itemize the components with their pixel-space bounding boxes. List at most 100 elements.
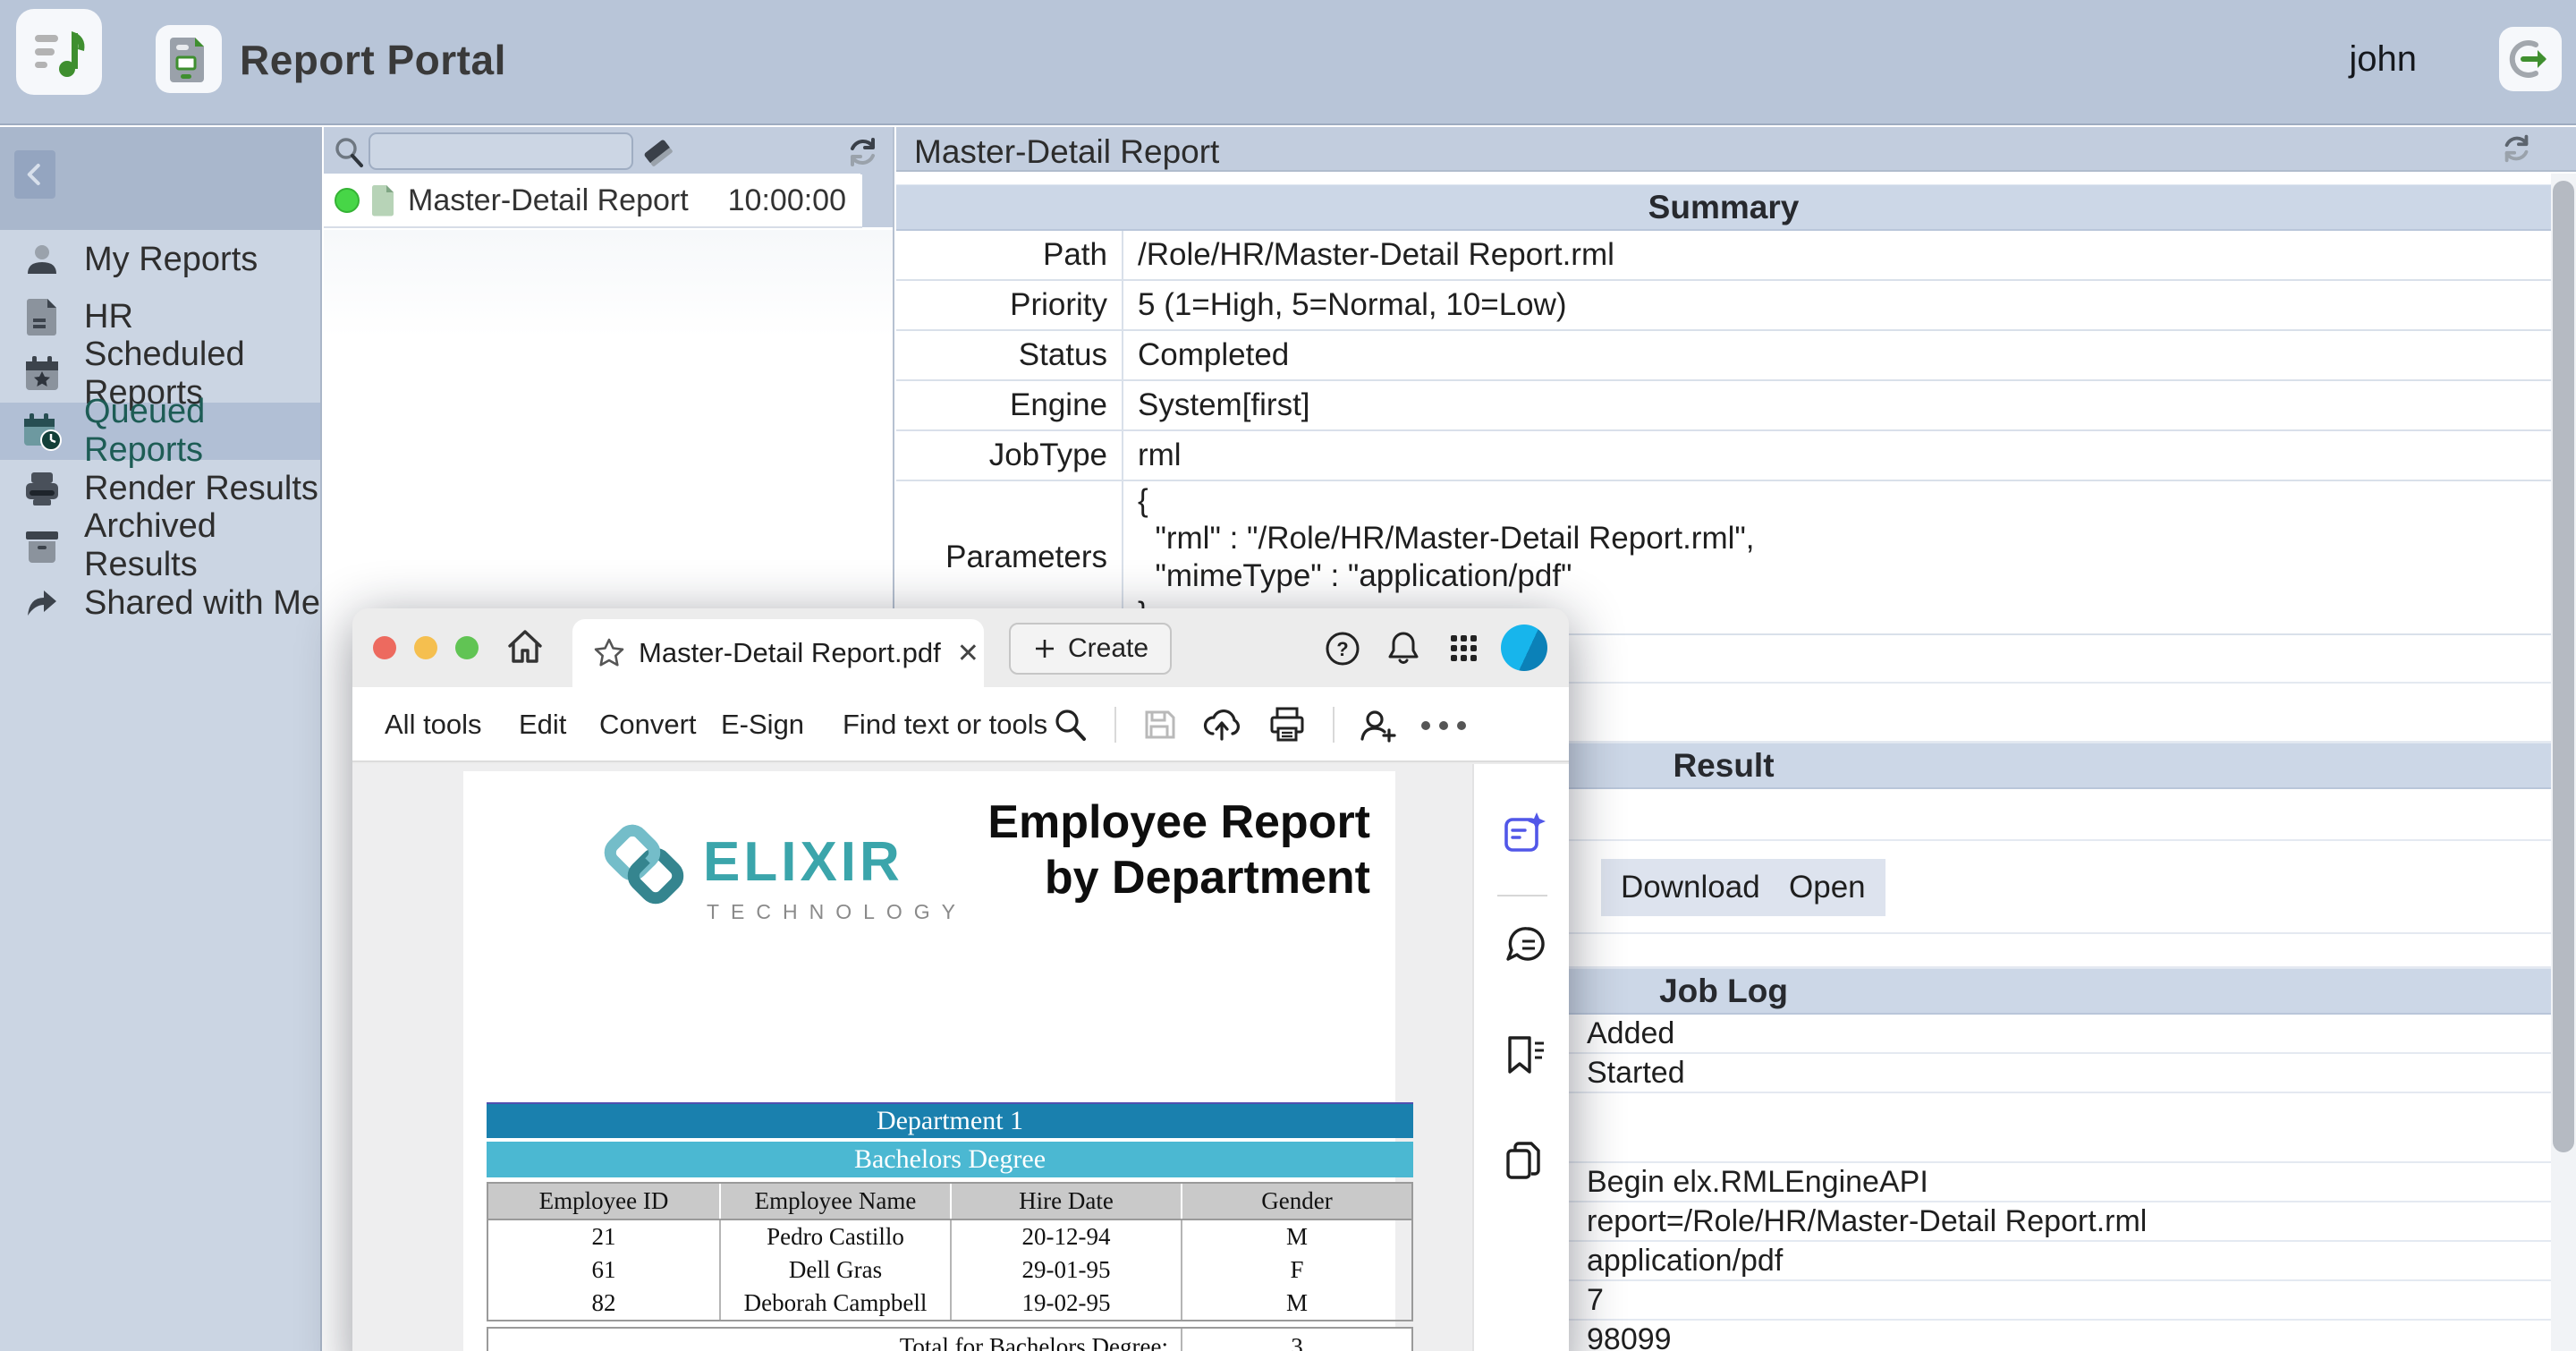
report-portal-icon-button[interactable] bbox=[156, 25, 222, 93]
list-item-time: 10:00:00 bbox=[728, 183, 846, 218]
all-tools-menu[interactable]: All tools bbox=[385, 709, 482, 741]
star-icon[interactable] bbox=[592, 636, 626, 670]
summary-row-path: Path /Role/HR/Master-Detail Report.rml bbox=[896, 231, 2551, 281]
elixir-logo-mark bbox=[594, 814, 694, 914]
svg-text:?: ? bbox=[1336, 638, 1348, 660]
document-icon bbox=[369, 183, 395, 217]
share-arrow-icon bbox=[21, 582, 63, 624]
page-title: Report Portal bbox=[240, 36, 506, 84]
column-header: Hire Date bbox=[950, 1184, 1181, 1219]
home-icon[interactable] bbox=[503, 625, 547, 669]
status-dot-green bbox=[335, 188, 360, 213]
sidebar-item-archived-results[interactable]: Archived Results bbox=[0, 517, 320, 574]
row-value: Completed bbox=[1123, 331, 1289, 379]
user-name: john bbox=[2349, 39, 2417, 80]
sidebar-item-label: Render Results bbox=[84, 470, 318, 508]
printer-icon bbox=[21, 468, 63, 509]
scrollbar-thumb[interactable] bbox=[2553, 181, 2574, 1152]
list-item[interactable]: Master-Detail Report 10:00:00 bbox=[324, 174, 862, 228]
window-minimize-button[interactable] bbox=[414, 636, 437, 659]
column-header: Employee ID bbox=[488, 1184, 719, 1219]
pdf-content-area: ELIXIR TECHNOLOGY Employee Report by Dep… bbox=[352, 764, 1569, 1351]
group-header: Department 1 bbox=[487, 1102, 1413, 1138]
convert-menu[interactable]: Convert bbox=[599, 709, 697, 741]
log-text: application/pdf bbox=[1587, 1244, 1783, 1279]
summary-row-engine: Engine System[first] bbox=[896, 381, 2551, 431]
search-icon[interactable] bbox=[1050, 705, 1089, 744]
report-table: Department 1 Bachelors Degree Employee I… bbox=[487, 1102, 1413, 1351]
detail-header-strip: Master-Detail Report bbox=[896, 127, 2576, 172]
apps-grid-icon[interactable] bbox=[1444, 628, 1485, 669]
title-line1: Employee Report bbox=[987, 794, 1370, 850]
ai-assistant-icon[interactable] bbox=[1501, 811, 1547, 857]
brand-name: ELIXIR bbox=[703, 830, 903, 894]
download-button[interactable]: Download bbox=[1601, 859, 1780, 916]
tab-close-icon[interactable]: ✕ bbox=[957, 638, 979, 669]
logout-icon bbox=[2509, 38, 2552, 81]
music-note-icon bbox=[31, 24, 87, 80]
sidebar-collapse-button[interactable] bbox=[14, 150, 55, 199]
comment-icon[interactable] bbox=[1501, 923, 1547, 968]
sidebar-item-label: Archived Results bbox=[84, 507, 320, 584]
edit-menu[interactable]: Edit bbox=[519, 709, 566, 741]
row-label: Engine bbox=[896, 381, 1123, 429]
row-value: /Role/HR/Master-Detail Report.rml bbox=[1123, 231, 1614, 279]
total-value: 3 bbox=[1181, 1329, 1411, 1351]
title-line2: by Department bbox=[987, 850, 1370, 905]
create-label: Create bbox=[1068, 633, 1148, 664]
refresh-icon[interactable] bbox=[844, 134, 882, 170]
eraser-icon[interactable] bbox=[639, 134, 678, 172]
document-icon bbox=[21, 296, 63, 337]
detail-scrollbar[interactable] bbox=[2551, 174, 2576, 1351]
table-row: 61Dell Gras29-01-95F bbox=[488, 1253, 1411, 1287]
refresh-icon[interactable] bbox=[2499, 132, 2535, 166]
log-text: 98099 bbox=[1587, 1322, 1672, 1351]
pdf-right-toolbar: 1 bbox=[1472, 764, 1569, 1351]
open-button[interactable]: Open bbox=[1769, 859, 1885, 916]
pdf-page: ELIXIR TECHNOLOGY Employee Report by Dep… bbox=[463, 771, 1395, 1351]
detail-title: Master-Detail Report bbox=[914, 133, 1219, 171]
bell-icon[interactable] bbox=[1383, 628, 1424, 669]
sidebar-nav: My Reports HR Scheduled Reports Queued R… bbox=[0, 231, 320, 632]
row-value: rml bbox=[1123, 431, 1182, 480]
bachelors-rows: 21Pedro Castillo20-12-94M 61Dell Gras29-… bbox=[487, 1219, 1413, 1321]
row-value: System[first] bbox=[1123, 381, 1310, 429]
window-close-button[interactable] bbox=[373, 636, 396, 659]
logout-button[interactable] bbox=[2499, 27, 2562, 91]
esign-menu[interactable]: E-Sign bbox=[721, 709, 804, 741]
sidebar-item-my-reports[interactable]: My Reports bbox=[0, 231, 320, 288]
bachelors-total-row: Total for Bachelors Degree: 3 bbox=[487, 1327, 1413, 1351]
search-input[interactable] bbox=[369, 132, 633, 170]
help-icon[interactable]: ? bbox=[1322, 628, 1363, 669]
toolbar-separator bbox=[1333, 707, 1335, 743]
column-header: Gender bbox=[1181, 1184, 1411, 1219]
document-title: Employee Report by Department bbox=[987, 794, 1370, 905]
more-options-icon[interactable] bbox=[1419, 719, 1469, 732]
list-item-name: Master-Detail Report bbox=[408, 183, 689, 218]
add-person-icon[interactable] bbox=[1356, 705, 1399, 744]
calendar-clock-icon bbox=[21, 411, 63, 452]
window-zoom-button[interactable] bbox=[455, 636, 479, 659]
toolbar-separator bbox=[1114, 707, 1116, 743]
sidebar-item-shared-with-me[interactable]: Shared with Me bbox=[0, 574, 320, 632]
copy-pages-icon[interactable] bbox=[1501, 1140, 1547, 1185]
print-icon[interactable] bbox=[1267, 705, 1308, 744]
cloud-upload-icon[interactable] bbox=[1200, 705, 1243, 744]
log-text: Begin elx.RMLEngineAPI bbox=[1587, 1165, 1928, 1200]
bookmark-icon[interactable] bbox=[1501, 1032, 1547, 1077]
log-text: 7 bbox=[1587, 1283, 1604, 1318]
spacer bbox=[896, 174, 2551, 184]
sidebar-item-label: My Reports bbox=[84, 241, 258, 279]
sidebar-item-label: Shared with Me bbox=[84, 584, 320, 623]
user-avatar[interactable] bbox=[1501, 625, 1547, 671]
sidebar-item-label: HR bbox=[84, 298, 133, 336]
app-logo-button[interactable] bbox=[16, 9, 102, 95]
summary-row-jobtype: JobType rml bbox=[896, 431, 2551, 481]
pdf-tabs-bar: Master-Detail Report.pdf ✕ Create ? bbox=[352, 608, 1569, 687]
row-value: 5 (1=High, 5=Normal, 10=Low) bbox=[1123, 281, 1567, 329]
find-text-label[interactable]: Find text or tools bbox=[843, 709, 1047, 741]
sidebar-item-queued-reports[interactable]: Queued Reports bbox=[0, 403, 320, 460]
pdf-document-tab[interactable]: Master-Detail Report.pdf ✕ bbox=[572, 619, 984, 687]
subgroup-header-bachelors: Bachelors Degree bbox=[487, 1142, 1413, 1177]
create-button[interactable]: Create bbox=[1009, 623, 1172, 675]
